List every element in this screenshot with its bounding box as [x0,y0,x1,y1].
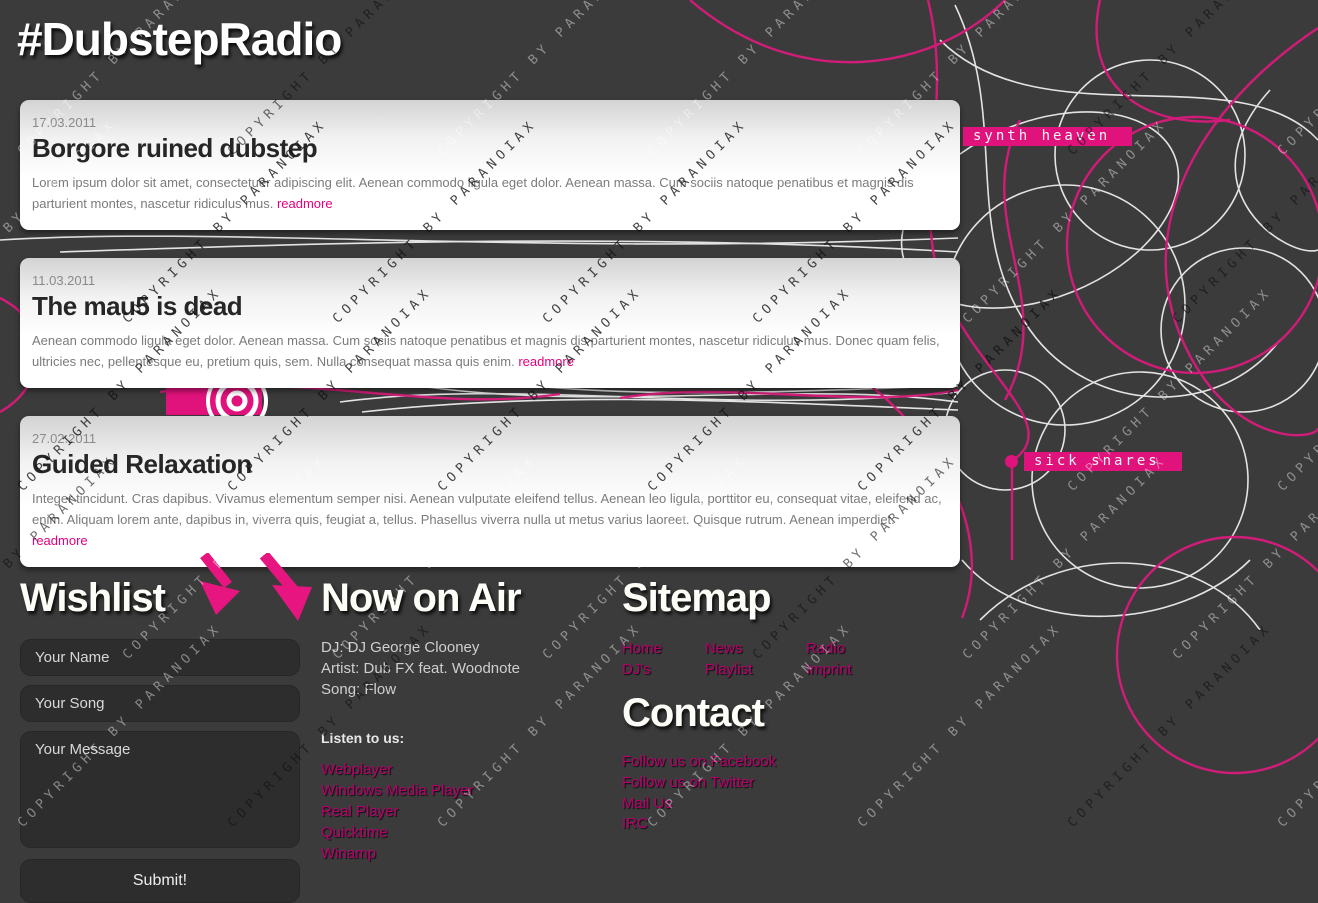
news-card: 11.03.2011 The mau5 is dead Aenean commo… [20,258,960,388]
readmore-link[interactable]: readmore [277,196,333,211]
news-date: 27.02.2011 [32,431,97,446]
tag-synth-heaven: synth heaven [963,127,1133,146]
contact-heading: Contact [622,691,765,735]
wmp-link[interactable]: Windows Media Player [321,780,611,801]
quicktime-link[interactable]: Quicktime [321,822,611,843]
message-textarea[interactable] [20,731,300,848]
news-body: Aenean commodo ligula eget dolor. Aenean… [32,333,940,369]
player-links: Webplayer Windows Media Player Real Play… [321,759,611,864]
readmore-link[interactable]: readmore [518,354,574,369]
now-on-air-heading: Now on Air [321,576,522,620]
name-input[interactable] [20,639,300,676]
readmore-link[interactable]: readmore [32,533,88,548]
news-list: 17.03.2011 Borgore ruined dubstep Lorem … [20,100,960,595]
facebook-link[interactable]: Follow us on Facebook [622,752,942,773]
song-line: Song: Flow [321,681,397,698]
page-title: #DubstepRadio [17,13,342,65]
news-title: Guided Relaxation [32,449,252,479]
mail-link[interactable]: Mail Us [622,794,942,815]
news-card: 27.02.2011 Guided Relaxation Integer tin… [20,416,960,567]
realplayer-link[interactable]: Real Player [321,801,611,822]
sitemap-link-news[interactable]: News [705,638,806,659]
webplayer-link[interactable]: Webplayer [321,759,611,780]
irc-link[interactable]: IRC [622,814,942,835]
now-on-air-section: Now on Air DJ: DJ George Clooney Artist:… [321,576,611,864]
now-playing-info: DJ: DJ George Clooney Artist: Dub FX fea… [321,637,611,700]
contact-links: Follow us on Facebook Follow us on Twitt… [622,752,942,835]
submit-button[interactable]: Submit! [20,859,300,903]
wishlist-heading: Wishlist [20,576,166,620]
wishlist-form: Submit! [20,639,300,903]
winamp-link[interactable]: Winamp [321,843,611,864]
news-date: 11.03.2011 [32,273,96,288]
sitemap-link-imprint[interactable]: Imprint [806,659,942,680]
song-input[interactable] [20,685,300,722]
tag-sick-snares: sick snares [1024,452,1182,471]
sitemap-link-home[interactable]: Home [622,638,705,659]
sitemap-link-radio[interactable]: Radio [806,638,942,659]
news-body: Integer tincidunt. Cras dapibus. Vivamus… [32,491,942,548]
twitter-link[interactable]: Follow us on Twitter [622,773,942,794]
news-date: 17.03.2011 [32,115,97,130]
wishlist-section: Wishlist Submit! [20,576,300,903]
artist-line: Artist: Dub FX feat. Woodnote [321,660,520,677]
tag-dot [1005,455,1018,468]
sitemap-contact-column: Sitemap Home News Radio DJ's Playlist Im… [622,576,942,835]
sitemap-link-djs[interactable]: DJ's [622,659,705,680]
news-title: The mau5 is dead [32,291,243,321]
dj-line: DJ: DJ George Clooney [321,639,480,656]
news-card: 17.03.2011 Borgore ruined dubstep Lorem … [20,100,960,230]
listen-heading: Listen to us: [321,730,405,746]
sitemap-links: Home News Radio DJ's Playlist Imprint [622,638,942,680]
sitemap-heading: Sitemap [622,576,772,620]
news-title: Borgore ruined dubstep [32,133,318,163]
news-body: Lorem ipsum dolor sit amet, consectetuer… [32,175,914,211]
sitemap-link-playlist[interactable]: Playlist [705,659,806,680]
